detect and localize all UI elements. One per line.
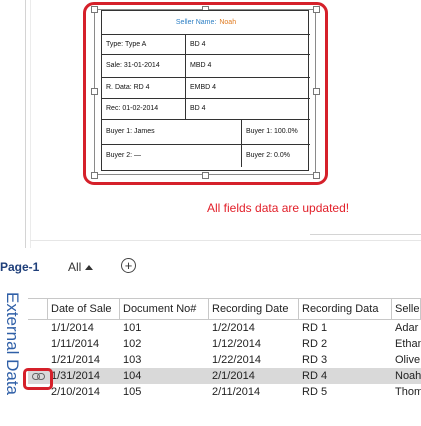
- triangle-up-icon: [85, 264, 94, 270]
- table-cell: 1/1/2014: [51, 322, 94, 334]
- table-cell: 102: [123, 338, 142, 350]
- grid-header: Date of Sale Document No# Recording Date…: [28, 298, 421, 320]
- link-cell: [28, 320, 48, 336]
- all-pages-label: All: [68, 260, 82, 274]
- page-bottom-line: [310, 234, 421, 235]
- column-header[interactable]: Date of Sale: [48, 299, 120, 319]
- pane-title: External Data: [3, 292, 22, 395]
- table-row-linked[interactable]: 1/31/2014 104 2/1/2014 RD 4 Noah: [28, 368, 421, 384]
- table-cell: RD 3: [302, 354, 328, 366]
- table-cell: 1/2/2014: [212, 322, 255, 334]
- table-cell: 1/31/2014: [51, 370, 100, 382]
- table-cell: 103: [123, 354, 142, 366]
- drawing-canvas[interactable]: Seller Name: Noah Type: Type A BD 4 Sale…: [0, 0, 421, 248]
- table-cell: Adar: [395, 322, 419, 334]
- table-row[interactable]: 1/21/2014 103 1/22/2014 RD 3 Olive: [28, 352, 421, 368]
- update-callout: All fields data are updated!: [207, 201, 350, 215]
- column-header[interactable]: Seller: [392, 299, 421, 319]
- plus-circle-icon[interactable]: +: [121, 258, 136, 273]
- column-header[interactable]: Recording Date: [209, 299, 299, 319]
- table-cell: 2/10/2014: [51, 386, 100, 398]
- table-row[interactable]: 2/10/2014 105 2/11/2014 RD 5 Thom: [28, 384, 421, 400]
- table-cell: 2/11/2014: [212, 386, 261, 398]
- table-row[interactable]: 1/1/2014 101 1/2/2014 RD 1 Adar: [28, 320, 421, 336]
- table-cell: Ethan: [395, 338, 421, 350]
- link-icon-highlight-annotation: [23, 368, 53, 390]
- page-edge-line: [25, 0, 26, 248]
- link-cell: [28, 352, 48, 368]
- table-cell: Olive: [395, 354, 421, 366]
- canvas-divider: [30, 240, 421, 241]
- external-data-pane: External Data Date of Sale Document No# …: [0, 284, 421, 426]
- table-cell: RD 2: [302, 338, 328, 350]
- table-cell: RD 4: [302, 370, 328, 382]
- table-cell: RD 1: [302, 322, 328, 334]
- table-cell: 1/21/2014: [51, 354, 100, 366]
- table-cell: 1/22/2014: [212, 354, 261, 366]
- table-cell: 1/11/2014: [51, 338, 100, 350]
- table-cell: 1/12/2014: [212, 338, 261, 350]
- page-tab-bar: Page-1 All +: [0, 248, 421, 284]
- table-cell: Thom: [395, 386, 421, 398]
- column-header[interactable]: Document No#: [120, 299, 209, 319]
- table-cell: 105: [123, 386, 142, 398]
- tab-page-1[interactable]: Page-1: [0, 260, 39, 274]
- all-pages-dropdown[interactable]: All: [68, 260, 94, 274]
- table-cell: RD 5: [302, 386, 328, 398]
- data-grid[interactable]: Date of Sale Document No# Recording Date…: [28, 298, 421, 426]
- column-header[interactable]: Recording Data: [299, 299, 392, 319]
- table-cell: Noah: [395, 370, 421, 382]
- table-cell: 101: [123, 322, 142, 334]
- link-cell: [28, 336, 48, 352]
- link-column-header: [28, 299, 48, 319]
- table-cell: 2/1/2014: [212, 370, 255, 382]
- table-cell: 104: [123, 370, 142, 382]
- table-row[interactable]: 1/11/2014 102 1/12/2014 RD 2 Ethan: [28, 336, 421, 352]
- page-margin-line: [30, 0, 31, 248]
- shape-highlight-annotation: [83, 2, 328, 185]
